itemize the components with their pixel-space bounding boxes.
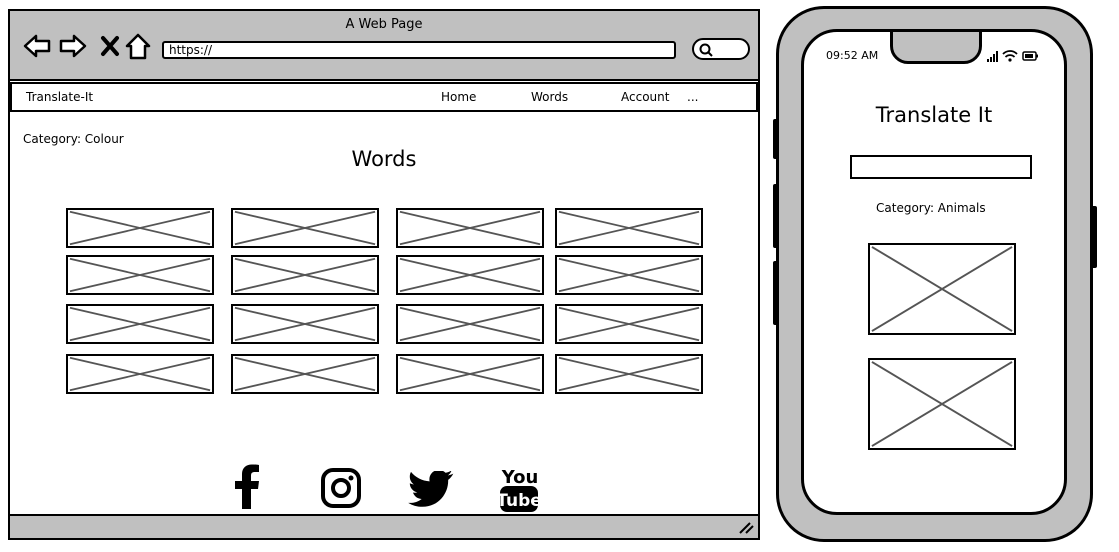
word-image-placeholder[interactable] bbox=[396, 255, 544, 295]
phone-power-button bbox=[1091, 206, 1097, 268]
search-icon bbox=[699, 43, 713, 57]
word-image-placeholder[interactable] bbox=[66, 304, 214, 344]
word-image-placeholder[interactable] bbox=[396, 208, 544, 248]
browser-statusbar bbox=[10, 514, 758, 538]
phone-side-button bbox=[773, 119, 779, 159]
word-image-grid bbox=[66, 208, 706, 396]
instagram-icon[interactable] bbox=[320, 467, 362, 519]
image-placeholder-icon bbox=[558, 306, 700, 342]
battery-icon bbox=[1022, 51, 1038, 61]
word-image-placeholder[interactable] bbox=[231, 255, 379, 295]
phone-image-placeholder[interactable] bbox=[868, 243, 1016, 335]
site-navbar: Translate-It Home Words Account ... bbox=[10, 82, 758, 112]
facebook-icon[interactable] bbox=[232, 463, 262, 515]
nav-item-home[interactable]: Home bbox=[441, 90, 476, 104]
stop-x-icon[interactable] bbox=[96, 31, 126, 61]
image-placeholder-icon bbox=[558, 257, 700, 293]
image-placeholder-icon bbox=[69, 210, 211, 246]
site-brand[interactable]: Translate-It bbox=[26, 90, 93, 104]
word-image-placeholder[interactable] bbox=[66, 255, 214, 295]
image-placeholder-icon bbox=[69, 356, 211, 392]
word-image-placeholder[interactable] bbox=[231, 208, 379, 248]
phone-frame: 09:52 AM Translate It Category: Animals bbox=[773, 6, 1097, 542]
phone-volume-down-button bbox=[773, 261, 779, 325]
status-icons bbox=[985, 48, 1045, 67]
image-placeholder-icon bbox=[399, 210, 541, 246]
image-placeholder-icon bbox=[69, 306, 211, 342]
image-placeholder-icon bbox=[399, 257, 541, 293]
search-button[interactable] bbox=[692, 38, 750, 60]
phone-app-title: Translate It bbox=[875, 103, 993, 127]
youtube-icon[interactable]: You Tube bbox=[496, 464, 542, 516]
image-placeholder-icon bbox=[871, 246, 1013, 332]
phone-image-placeholder[interactable] bbox=[868, 358, 1016, 450]
image-placeholder-icon bbox=[399, 356, 541, 392]
youtube-text-top: You bbox=[501, 467, 539, 488]
nav-item-account[interactable]: Account bbox=[621, 90, 669, 104]
image-placeholder-icon bbox=[399, 306, 541, 342]
nav-item-more[interactable]: ... bbox=[687, 90, 698, 104]
status-time: 09:52 AM bbox=[826, 49, 879, 62]
word-image-placeholder[interactable] bbox=[396, 304, 544, 344]
phone-screen: 09:52 AM Translate It Category: Animals bbox=[801, 29, 1067, 515]
youtube-text-bottom: Tube bbox=[498, 491, 542, 511]
home-icon[interactable] bbox=[123, 31, 153, 61]
page-title: Words bbox=[351, 147, 417, 171]
phone-volume-up-button bbox=[773, 184, 779, 248]
wifi-icon bbox=[1002, 50, 1018, 62]
word-image-placeholder[interactable] bbox=[555, 304, 703, 344]
image-placeholder-icon bbox=[558, 210, 700, 246]
window-title: A Web Page bbox=[345, 17, 423, 32]
word-image-placeholder[interactable] bbox=[555, 255, 703, 295]
resize-handle-icon[interactable] bbox=[738, 520, 754, 534]
word-image-placeholder[interactable] bbox=[66, 354, 214, 394]
nav-item-words[interactable]: Words bbox=[531, 90, 568, 104]
image-placeholder-icon bbox=[234, 210, 376, 246]
word-image-placeholder[interactable] bbox=[231, 354, 379, 394]
image-placeholder-icon bbox=[234, 257, 376, 293]
word-image-placeholder[interactable] bbox=[396, 354, 544, 394]
back-arrow-icon[interactable] bbox=[22, 31, 52, 61]
category-label: Category: Colour bbox=[23, 132, 124, 146]
browser-titlebar: A Web Page https:// bbox=[10, 11, 758, 81]
word-image-placeholder[interactable] bbox=[555, 208, 703, 248]
phone-category-label: Category: Animals bbox=[876, 201, 986, 215]
image-placeholder-icon bbox=[558, 356, 700, 392]
image-placeholder-icon bbox=[234, 306, 376, 342]
browser-window: A Web Page https:// Translate-It Home Wo… bbox=[8, 9, 760, 540]
signal-icon bbox=[987, 51, 998, 62]
url-input[interactable]: https:// bbox=[162, 41, 676, 59]
phone-search-input[interactable] bbox=[850, 155, 1032, 179]
phone-notch bbox=[890, 32, 982, 64]
word-image-placeholder[interactable] bbox=[231, 304, 379, 344]
image-placeholder-icon bbox=[234, 356, 376, 392]
image-placeholder-icon bbox=[69, 257, 211, 293]
word-image-placeholder[interactable] bbox=[555, 354, 703, 394]
word-image-placeholder[interactable] bbox=[66, 208, 214, 248]
forward-arrow-icon[interactable] bbox=[58, 31, 88, 61]
image-placeholder-icon bbox=[871, 361, 1013, 447]
